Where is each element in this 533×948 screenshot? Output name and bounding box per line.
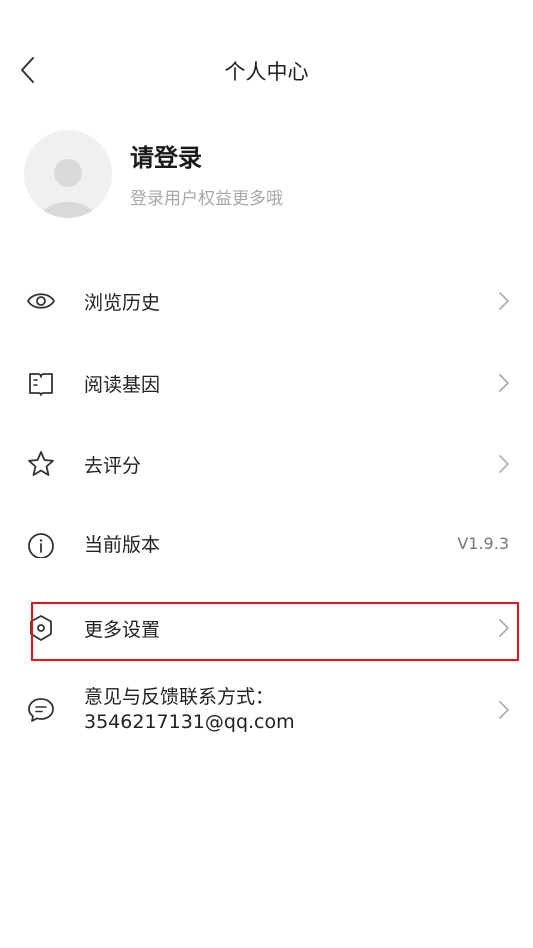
- login-profile-card[interactable]: 请登录 登录用户权益更多哦: [24, 130, 514, 220]
- chevron-right-icon: [499, 701, 509, 719]
- menu-item-label: 意见与反馈联系方式：3546217131@qq.com: [84, 686, 295, 733]
- chevron-right-icon: [499, 374, 509, 392]
- menu-item-label: 阅读基因: [84, 374, 161, 396]
- menu-item-label: 浏览历史: [84, 292, 161, 314]
- chat-bubble-icon: [28, 698, 54, 722]
- eye-icon: [27, 293, 55, 309]
- menu-item-label: 去评分: [84, 455, 142, 477]
- page-title: 个人中心: [224, 60, 309, 84]
- version-number: V1.9.3: [457, 534, 509, 553]
- settings-hexagon-icon: [30, 615, 52, 641]
- menu-item-more-settings[interactable]: 更多设置: [0, 597, 533, 659]
- info-icon: [28, 533, 54, 558]
- menu-item-feedback[interactable]: 意见与反馈联系方式：3546217131@qq.com: [0, 679, 533, 741]
- chevron-right-icon: [499, 292, 509, 310]
- chevron-right-icon: [499, 619, 509, 637]
- default-avatar-icon: [24, 130, 112, 218]
- chevron-right-icon: [499, 455, 509, 473]
- login-benefit-text: 登录用户权益更多哦: [130, 189, 283, 209]
- menu-item-label: 当前版本: [84, 534, 161, 556]
- header-bar: 个人中心: [0, 40, 533, 100]
- login-prompt[interactable]: 请登录: [130, 138, 202, 173]
- avatar[interactable]: [24, 130, 112, 218]
- menu-item-browse-history[interactable]: 浏览历史: [0, 270, 533, 332]
- book-icon: [29, 373, 53, 396]
- star-icon: [28, 451, 54, 476]
- menu-item-reading-genes[interactable]: 阅读基因: [0, 352, 533, 414]
- menu-item-rate-app[interactable]: 去评分: [0, 433, 533, 495]
- menu-item-current-version[interactable]: 当前版本 V1.9.3: [0, 512, 533, 574]
- menu-item-label: 更多设置: [84, 619, 161, 641]
